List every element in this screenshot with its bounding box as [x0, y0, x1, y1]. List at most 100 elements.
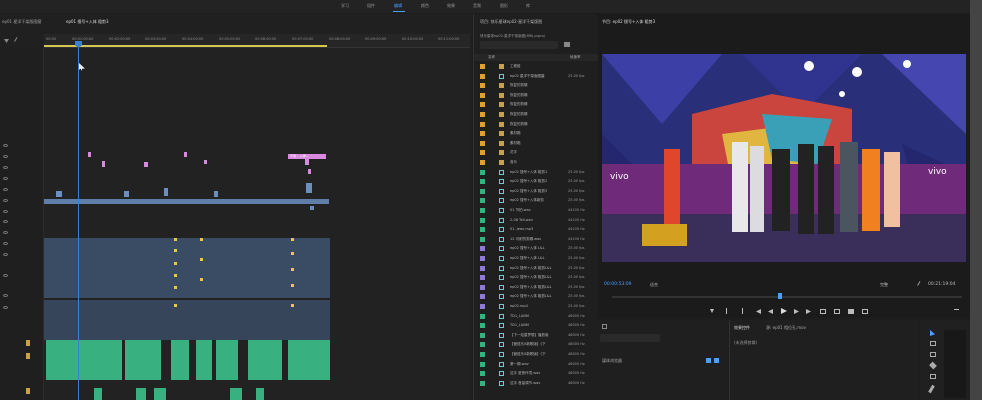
eye-icon[interactable] [3, 242, 8, 245]
eye-icon[interactable] [3, 274, 8, 277]
label-color-swatch[interactable] [480, 188, 485, 194]
project-list-item[interactable]: 素材箱 [474, 139, 598, 148]
audio-clip[interactable] [288, 340, 330, 380]
track-select-icon[interactable] [930, 341, 936, 346]
extract-icon[interactable] [834, 309, 840, 314]
audio-clip[interactable] [125, 340, 161, 380]
project-list-item[interactable]: ep02 搜号+入体 L&L 25.00 fps [474, 254, 598, 263]
mic-icon[interactable] [26, 340, 30, 346]
label-color-swatch[interactable] [480, 92, 485, 98]
mic-icon[interactable] [26, 353, 30, 359]
label-color-swatch[interactable] [480, 304, 485, 309]
razor-tool-icon[interactable] [929, 361, 937, 370]
label-color-swatch[interactable] [480, 256, 485, 261]
audio-clip[interactable] [94, 388, 102, 400]
label-color-swatch[interactable] [480, 73, 485, 79]
project-list-item[interactable]: ep02 星洋干架版图磨 25.00 fps [474, 72, 598, 81]
mark-in-icon[interactable] [726, 308, 728, 314]
label-color-swatch[interactable] [480, 265, 485, 271]
graphics-clip[interactable] [310, 206, 314, 210]
label-color-swatch[interactable] [480, 112, 485, 117]
graphics-clip[interactable] [56, 191, 62, 197]
project-list-item[interactable]: ep02.mp4 25.00 fps [474, 302, 598, 311]
project-list-item[interactable]: 素材箱 [474, 129, 598, 138]
media-browser-label[interactable]: 媒体浏览器 [602, 358, 622, 364]
camera-icon[interactable] [848, 309, 854, 314]
eye-icon[interactable] [3, 166, 8, 169]
graphics-clip[interactable] [306, 183, 312, 193]
play-icon[interactable] [781, 308, 787, 314]
eye-icon[interactable] [3, 231, 8, 234]
audio-clip[interactable] [136, 388, 146, 400]
label-color-swatch[interactable] [480, 131, 485, 137]
timeline-tab-2[interactable]: ep01 搜号+入体 粗剪3 [66, 19, 109, 25]
title-clip[interactable] [144, 162, 148, 167]
ws-tab-graphics[interactable]: 图形 [500, 3, 508, 9]
col-name[interactable]: 名称 [488, 55, 495, 60]
effect-controls-tab[interactable]: 效果控件 [734, 325, 750, 331]
eye-icon[interactable] [3, 294, 8, 297]
project-list-item[interactable]: ep02 搜号+入体 粗剪2 25.00 fps [474, 177, 598, 186]
eye-icon[interactable] [3, 177, 8, 180]
eye-icon[interactable] [3, 220, 8, 223]
monitor-title[interactable]: 节目: ep02 搜号+入体 粗剪3 [602, 19, 655, 25]
label-color-swatch[interactable] [480, 313, 485, 319]
project-list-item[interactable]: 这手 音量调节.wav 48000 Hz [474, 379, 598, 388]
graphics-clip[interactable] [164, 188, 168, 196]
project-list-item[interactable]: 这手 夏夜环境.wav 48000 Hz [474, 369, 598, 378]
time-ruler[interactable]: 00:00 00:01:00:00 00:02:00:00 00:03:00:0… [44, 34, 470, 48]
label-color-swatch[interactable] [480, 380, 485, 386]
label-color-swatch[interactable] [480, 150, 485, 156]
ws-tab-color[interactable]: 颜色 [421, 3, 429, 9]
monitor-playhead[interactable] [778, 293, 782, 299]
label-color-swatch[interactable] [480, 102, 485, 108]
fit-select[interactable]: 适合 [650, 282, 658, 288]
project-list-item[interactable]: 恢复的剪辑 [474, 120, 598, 129]
eye-icon[interactable] [3, 155, 8, 158]
project-list-item[interactable]: 恢复的剪辑 [474, 81, 598, 90]
label-color-swatch[interactable] [480, 275, 485, 281]
ws-tab-learn[interactable]: 学习 [341, 3, 349, 9]
ws-tab-audio[interactable]: 音频 [473, 3, 481, 9]
ws-tab-effects[interactable]: 效果 [447, 3, 455, 9]
lift-icon[interactable] [820, 309, 826, 314]
project-list-item[interactable]: 恢复的剪辑 [474, 100, 598, 109]
snap-icon[interactable] [4, 39, 9, 43]
video-frame[interactable]: vivo vivo [602, 54, 966, 262]
current-timecode[interactable]: 00:00:53:09 [604, 282, 631, 287]
label-color-swatch[interactable] [480, 342, 485, 348]
label-color-swatch[interactable] [480, 323, 485, 329]
project-list-item[interactable]: ep02 搜号+入体新剪 25.00 fps [474, 196, 598, 205]
project-list-item[interactable]: ep02 搜号+入体 粗剪1 25.00 fps [474, 168, 598, 177]
project-list-item[interactable]: 12 可耐的剪辑.wav 44100 Hz [474, 235, 598, 244]
label-color-swatch[interactable] [480, 371, 485, 377]
label-color-swatch[interactable] [480, 64, 485, 69]
slip-tool-icon[interactable] [930, 374, 936, 379]
title-clip[interactable] [88, 152, 91, 157]
step-back-icon[interactable] [768, 309, 773, 314]
audio-clip[interactable] [171, 340, 189, 380]
new-bin-icon[interactable] [564, 42, 570, 47]
audio-clip[interactable] [154, 388, 166, 400]
project-list-item[interactable]: ep02 搜号+入体 粗剪3 25.00 fps [474, 187, 598, 196]
label-color-swatch[interactable] [480, 217, 485, 223]
label-color-swatch[interactable] [480, 179, 485, 185]
graphics-track[interactable] [44, 199, 329, 204]
graphics-clip[interactable] [214, 191, 218, 197]
graphics-clip[interactable] [124, 191, 129, 197]
eye-icon[interactable] [3, 188, 8, 191]
label-color-swatch[interactable] [480, 160, 485, 165]
selection-tool-icon[interactable] [930, 330, 935, 336]
eye-icon[interactable] [3, 210, 8, 213]
go-to-out-icon[interactable] [806, 309, 811, 314]
track-area[interactable]: 干架 ...入体... [44, 48, 470, 400]
project-list-item[interactable]: 2-08 Tell.wav 44100 Hz [474, 216, 598, 225]
label-color-swatch[interactable] [480, 198, 485, 204]
label-color-swatch[interactable] [480, 227, 485, 233]
audio-clip[interactable] [46, 340, 122, 380]
audio-clip[interactable] [216, 340, 238, 380]
settings-wrench-icon[interactable] [917, 281, 924, 288]
eye-icon[interactable] [3, 253, 8, 256]
scrub-bar[interactable] [612, 296, 962, 298]
audio-clip[interactable] [256, 388, 264, 400]
